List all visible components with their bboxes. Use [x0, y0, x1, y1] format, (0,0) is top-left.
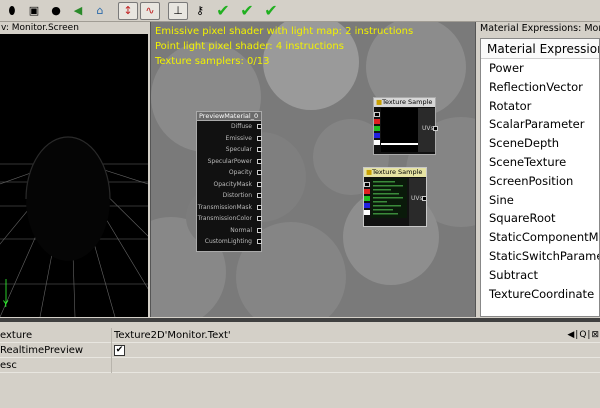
input-pin-alpha[interactable]: [364, 210, 370, 215]
texture-text-lines: [373, 181, 403, 215]
output-uvs-label: UVs: [422, 125, 434, 132]
node-title: ■Texture Sample: [364, 168, 426, 177]
input-opacity[interactable]: Opacity: [197, 167, 262, 179]
input-transmission-mask[interactable]: TransmissionMask: [197, 202, 262, 214]
stat-emissive-instructions: Emissive pixel shader with light map: 2 …: [155, 26, 414, 37]
material-expressions-panel: Material Expressions: Mon Material Expre…: [478, 22, 600, 317]
expression-item-rotator[interactable]: Rotator: [481, 97, 599, 116]
input-specular[interactable]: Specular: [197, 144, 262, 156]
property-name: RealtimePreview: [0, 343, 112, 358]
expression-item-reflection-vector[interactable]: ReflectionVector: [481, 78, 599, 97]
property-name: esc: [0, 358, 112, 373]
realtime-preview-checkbox[interactable]: ✔: [114, 345, 125, 356]
input-pin[interactable]: [364, 182, 370, 187]
apply-icon[interactable]: ✔: [212, 1, 234, 20]
input-pin-blue[interactable]: [374, 133, 380, 138]
property-row-texture[interactable]: exture Texture2D'Monitor.Text' ◀|Q|⊠: [0, 328, 600, 343]
expression-item-square-root[interactable]: SquareRoot: [481, 209, 599, 228]
texture-preview-bar: [381, 143, 419, 145]
stats-icon[interactable]: ⊥: [168, 1, 188, 20]
output-pin[interactable]: [422, 196, 427, 201]
input-pin-red[interactable]: [374, 119, 380, 124]
expression-item-scene-texture[interactable]: SceneTexture: [481, 153, 599, 172]
input-distortion[interactable]: Distortion: [197, 190, 262, 202]
input-pin-alpha[interactable]: [374, 140, 380, 145]
output-pin[interactable]: [433, 126, 438, 131]
expression-item-power[interactable]: Power: [481, 59, 599, 78]
texture-sample-node[interactable]: ■Texture Sample UVs: [373, 97, 438, 155]
input-normal[interactable]: Normal: [197, 225, 262, 237]
toolbar: ⬮ ▣ ● ◀ ⌂ ↕ ∿ ⊥ ⚷ ✔ ✔ ✔: [0, 0, 600, 22]
expression-item-static-component-mask[interactable]: StaticComponentMask: [481, 228, 599, 247]
property-row-realtime-preview[interactable]: RealtimePreview ✔: [0, 343, 600, 358]
apply-icon[interactable]: ✔: [236, 1, 258, 20]
expression-item-screen-position[interactable]: ScreenPosition: [481, 172, 599, 191]
stat-texture-samplers: Texture samplers: 0/13: [155, 56, 270, 67]
stat-pointlight-instructions: Point light pixel shader: 4 instructions: [155, 41, 344, 52]
node-output-area: [409, 178, 426, 226]
texture-sample-node-selected[interactable]: ■Texture Sample UVs: [363, 167, 427, 227]
expression-item-subtract[interactable]: Subtract: [481, 266, 599, 285]
input-pin-green[interactable]: [374, 126, 380, 131]
viewport-title: v: Monitor.Screen: [0, 22, 148, 34]
viewport-grid: [0, 136, 148, 317]
input-diffuse[interactable]: Diffuse: [197, 121, 262, 133]
expressions-list[interactable]: Material Expressions Power ReflectionVec…: [480, 38, 600, 317]
property-name: exture: [0, 328, 112, 343]
cube-preview-icon[interactable]: ▣: [24, 2, 44, 20]
cylinder-preview-icon[interactable]: ⬮: [2, 2, 22, 20]
expression-item-scalar-parameter[interactable]: ScalarParameter: [481, 115, 599, 134]
material-editor-canvas[interactable]: Emissive pixel shader with light map: 2 …: [150, 22, 476, 317]
sphere-preview-icon[interactable]: ●: [46, 2, 66, 20]
input-specular-power[interactable]: SpecularPower: [197, 156, 262, 168]
preview-material-node[interactable]: PreviewMaterial_0 Diffuse Emissive Specu…: [196, 111, 262, 252]
property-value[interactable]: Texture2D'Monitor.Text': [114, 328, 231, 343]
node-title: ■Texture Sample: [374, 98, 435, 107]
expression-item-sine[interactable]: Sine: [481, 191, 599, 210]
curve-icon[interactable]: ∿: [140, 1, 160, 20]
axis-label: Y: [3, 300, 9, 310]
property-row-desc[interactable]: esc: [0, 358, 600, 373]
input-opacity-mask[interactable]: OpacityMask: [197, 179, 262, 191]
expression-item-scene-depth[interactable]: SceneDepth: [481, 134, 599, 153]
input-pin-red[interactable]: [364, 189, 370, 194]
key-icon[interactable]: ⚷: [190, 2, 210, 20]
input-transmission-color[interactable]: TransmissionColor: [197, 213, 262, 225]
properties-panel: exture Texture2D'Monitor.Text' ◀|Q|⊠ Rea…: [0, 318, 600, 408]
apply-icon[interactable]: ✔: [260, 1, 282, 20]
texture-preview-text: [371, 178, 407, 218]
expression-item-texture-coordinate[interactable]: TextureCoordinate: [481, 285, 599, 304]
texture-preview: [381, 108, 419, 152]
expression-item-static-switch-parameter[interactable]: StaticSwitchParameter: [481, 247, 599, 266]
output-uvs-label: UVs: [411, 195, 423, 202]
preview-viewport[interactable]: v: Monitor.Screen Y: [0, 22, 148, 317]
input-pin-green[interactable]: [364, 196, 370, 201]
input-custom-lighting[interactable]: CustomLighting: [197, 236, 262, 248]
expressions-panel-title: Material Expressions: Mon: [480, 23, 600, 34]
node-title: PreviewMaterial_0: [197, 112, 261, 121]
property-buttons[interactable]: ◀|Q|⊠: [567, 328, 600, 343]
expressions-list-header[interactable]: Material Expressions: [481, 39, 599, 59]
input-pin[interactable]: [374, 112, 380, 117]
home-icon[interactable]: ⌂: [90, 2, 110, 20]
back-arrow-icon[interactable]: ◀: [68, 2, 88, 20]
input-pin-blue[interactable]: [364, 203, 370, 208]
input-emissive[interactable]: Emissive: [197, 133, 262, 145]
toggle-realtime-icon[interactable]: ↕: [118, 1, 138, 20]
